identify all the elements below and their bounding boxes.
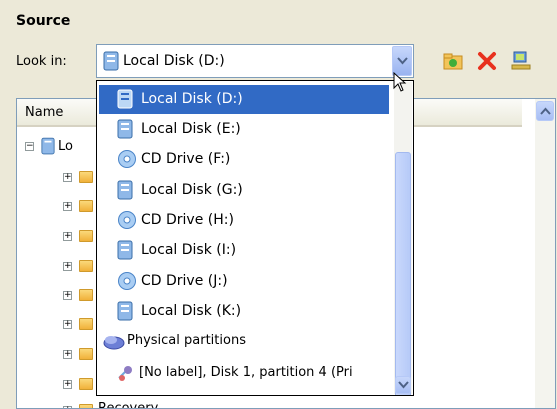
dropdown-item-local-disk-d[interactable]: Local Disk (D:) [99, 85, 389, 114]
collapse-icon[interactable]: − [25, 142, 34, 151]
folder-icon [79, 378, 93, 390]
dropdown-item-label: Local Disk (K:) [141, 303, 242, 319]
folder-icon [79, 260, 93, 272]
dropdown-item-local-disk-k[interactable]: Local Disk (K:) [99, 297, 389, 326]
folder-icon [79, 289, 93, 301]
physical-partitions-icon [103, 332, 125, 354]
dropdown-item-label: Local Disk (I:) [141, 242, 237, 258]
column-header-label: Name [25, 105, 64, 120]
disk-icon [117, 119, 133, 143]
dropdown-item-cd-drive-j[interactable]: CD Drive (J:) [99, 267, 389, 296]
chevron-down-icon [398, 381, 409, 389]
dropdown-scroll-thumb[interactable] [395, 152, 411, 395]
dropdown-scroll-down-button[interactable] [395, 376, 411, 394]
look-in-dropdown-list[interactable]: Local Disk (D:) Local Disk (E:) CD Drive… [96, 80, 414, 396]
expand-icon[interactable]: + [63, 320, 72, 329]
cd-drive-icon [117, 149, 137, 173]
folder-icon [79, 348, 93, 360]
dropdown-item-local-disk-g[interactable]: Local Disk (G:) [99, 176, 389, 205]
expand-icon[interactable]: + [63, 232, 72, 241]
folder-icon [79, 171, 93, 183]
dropdown-item-label: Local Disk (E:) [141, 121, 241, 137]
folder-icon [79, 404, 93, 408]
dropdown-item-cd-drive-f[interactable]: CD Drive (F:) [99, 145, 389, 174]
chevron-down-icon [397, 57, 408, 65]
mouse-cursor-icon [393, 71, 407, 96]
network-icon[interactable] [510, 50, 532, 72]
dropdown-item-label: CD Drive (J:) [141, 273, 228, 289]
dropdown-item-local-disk-e[interactable]: Local Disk (E:) [99, 115, 389, 144]
expand-icon[interactable]: + [63, 350, 72, 359]
scroll-up-button[interactable] [536, 101, 554, 121]
dropdown-item-label: Local Disk (D:) [141, 91, 243, 107]
partition-icon [117, 364, 135, 386]
dropdown-item-label: CD Drive (F:) [141, 151, 231, 167]
tree-item-label: Recovery [98, 401, 159, 409]
disk-icon [117, 89, 133, 113]
dropdown-scrollbar[interactable] [394, 82, 412, 395]
dropdown-item-physical-partitions[interactable]: Physical partitions [99, 327, 389, 356]
dropdown-item-partition-4[interactable]: [No label], Disk 1, partition 4 (Pri [99, 359, 389, 388]
expand-icon[interactable]: + [63, 380, 72, 389]
chevron-up-icon [540, 107, 551, 115]
folder-icon [79, 230, 93, 242]
disk-icon [117, 240, 133, 264]
look-in-value: Local Disk (D:) [123, 53, 225, 69]
expand-icon[interactable]: + [63, 262, 72, 271]
tree-scrollbar[interactable] [535, 99, 555, 408]
disk-icon [41, 137, 55, 159]
expand-icon[interactable]: + [63, 291, 72, 300]
new-folder-icon[interactable] [442, 50, 464, 72]
dropdown-item-cd-drive-h[interactable]: CD Drive (H:) [99, 206, 389, 235]
look-in-label: Look in: [16, 54, 67, 69]
expand-icon[interactable]: + [63, 202, 72, 211]
disk-icon [117, 180, 133, 204]
dropdown-item-local-disk-i[interactable]: Local Disk (I:) [99, 236, 389, 265]
look-in-combobox[interactable]: Local Disk (D:) [96, 44, 414, 78]
cd-drive-icon [117, 271, 137, 295]
tree-root-label: Lo [58, 139, 73, 154]
dropdown-item-label: [No label], Disk 1, partition 4 (Pri [139, 365, 353, 380]
dropdown-item-label: Physical partitions [127, 333, 246, 348]
dropdown-item-label: CD Drive (H:) [141, 212, 234, 228]
delete-icon[interactable] [476, 50, 498, 72]
folder-icon [79, 318, 93, 330]
expand-icon[interactable]: + [63, 173, 72, 182]
folder-icon [79, 200, 93, 212]
tree-row[interactable]: + Recovery [63, 401, 263, 409]
disk-icon [103, 51, 119, 75]
dropdown-item-label: Local Disk (G:) [141, 182, 243, 198]
cd-drive-icon [117, 210, 137, 234]
section-title: Source [16, 13, 71, 29]
disk-icon [117, 301, 133, 325]
